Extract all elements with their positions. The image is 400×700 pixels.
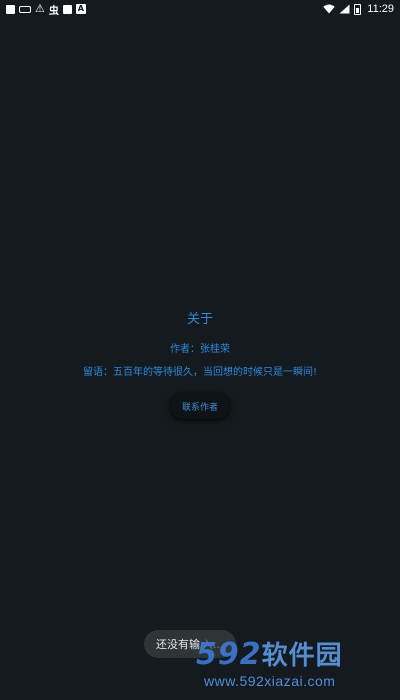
status-bar: ⚠ 虫 A 11:29 [0,0,400,18]
status-time: 11:29 [367,3,394,15]
contact-author-button[interactable]: 联系作者 [170,393,230,419]
watermark-logo-text: 软件园 [261,641,343,671]
watermark-url: www.592xiazai.com [204,673,336,689]
status-left-icons: ⚠ 虫 A [6,2,86,17]
square-icon [6,3,15,15]
about-title: 关于 [186,312,213,327]
bug-icon: 虫 [48,5,59,17]
message-text: 留语：五百年的等待很久，当回想的时候只是一瞬间! [82,367,317,378]
usb-icon [19,3,31,15]
battery-icon [354,3,362,15]
toast-action-text: 入... [202,638,224,651]
toast-message: 还没有输 入... [144,630,236,658]
toast-text: 还没有输 [156,638,200,651]
signal-icon [339,3,350,15]
author-text: 作者：张桂荣 [170,344,230,355]
a-box-icon: A [75,4,86,14]
warning-icon: ⚠ [35,2,45,15]
status-right-icons: 11:29 [323,3,394,15]
square-icon [62,3,72,15]
wifi-icon [323,3,335,15]
